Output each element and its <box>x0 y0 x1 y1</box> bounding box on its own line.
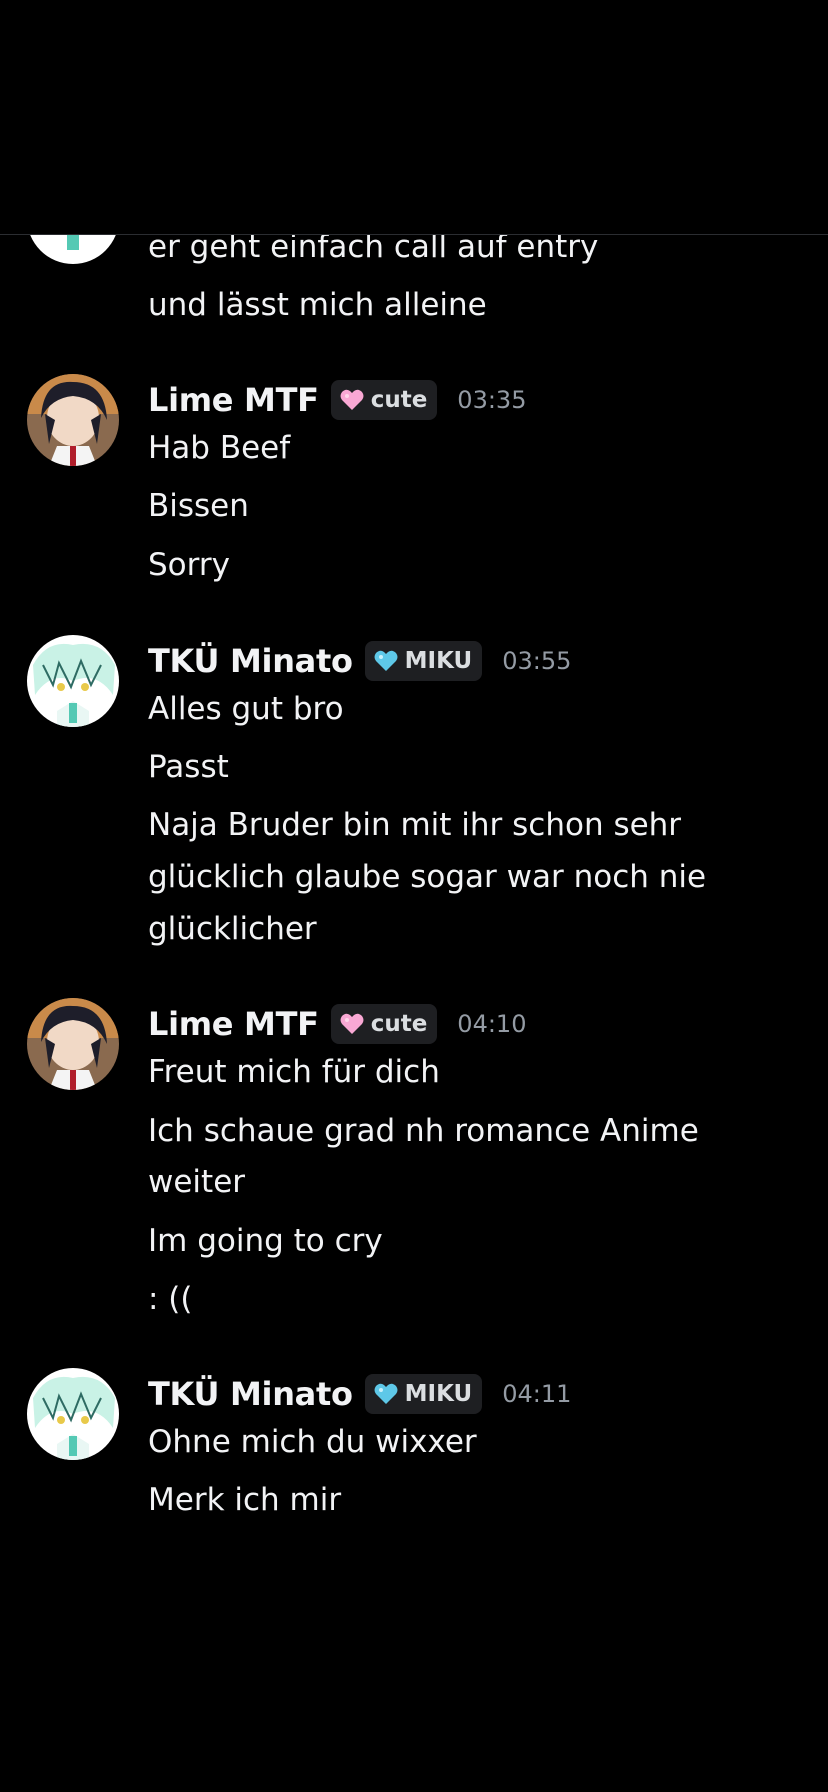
timestamp: 03:55 <box>502 647 572 675</box>
message-line[interactable]: : (( <box>148 1274 788 1325</box>
timestamp: 04:10 <box>457 1010 527 1038</box>
message-line[interactable]: Freut mich für dich <box>148 1047 788 1098</box>
role-label: cute <box>370 1011 428 1037</box>
message-header: TKÜ Minato MIKU 04:11 <box>148 1372 571 1416</box>
username[interactable]: TKÜ Minato <box>148 1375 353 1413</box>
message-header: Lime MTF cute 03:35 <box>148 378 526 422</box>
timestamp: 04:11 <box>502 1380 572 1408</box>
message-line[interactable]: Hab Beef <box>148 423 788 474</box>
message-line[interactable]: Im going to cry <box>148 1216 788 1267</box>
message-line[interactable]: Merk ich mir <box>148 1475 788 1526</box>
role-label: MIKU <box>404 648 473 674</box>
message-header: TKÜ Minato MIKU 03:55 <box>148 639 571 683</box>
message-line[interactable]: Ohne mich du wixxer <box>148 1417 788 1468</box>
message-line[interactable]: weiter <box>148 1157 788 1208</box>
avatar[interactable] <box>27 1368 119 1460</box>
blue-heart-icon <box>374 650 398 671</box>
role-label: MIKU <box>404 1381 473 1407</box>
avatar[interactable] <box>27 635 119 727</box>
pink-heart-icon <box>340 1013 364 1034</box>
top-bar <box>0 0 828 235</box>
avatar[interactable] <box>27 998 119 1090</box>
message-line[interactable]: Naja Bruder bin mit ihr schon sehr <box>148 800 788 851</box>
message-line[interactable]: Ich schaue grad nh romance Anime <box>148 1106 788 1157</box>
message-header: Lime MTF cute 04:10 <box>148 1002 526 1046</box>
username[interactable]: Lime MTF <box>148 1005 319 1043</box>
avatar[interactable] <box>27 374 119 466</box>
role-tag[interactable]: cute <box>330 380 438 420</box>
role-tag[interactable]: cute <box>330 1004 438 1044</box>
message-line[interactable]: Alles gut bro <box>148 684 788 735</box>
timestamp: 03:35 <box>457 386 527 414</box>
username[interactable]: TKÜ Minato <box>148 642 353 680</box>
message-line[interactable]: Bissen <box>148 481 788 532</box>
message-line[interactable]: glücklich glaube sogar war noch nie <box>148 852 788 903</box>
message-list[interactable]: er geht einfach call auf entry und lässt… <box>0 0 828 1792</box>
message-line[interactable]: und lässt mich alleine <box>148 280 788 331</box>
role-tag[interactable]: MIKU <box>364 641 483 681</box>
message-line[interactable]: Sorry <box>148 540 788 591</box>
username[interactable]: Lime MTF <box>148 381 319 419</box>
message-line[interactable]: glücklicher <box>148 904 788 955</box>
blue-heart-icon <box>374 1383 398 1404</box>
message-line[interactable]: Passt <box>148 742 788 793</box>
pink-heart-icon <box>340 389 364 410</box>
role-tag[interactable]: MIKU <box>364 1374 483 1414</box>
role-label: cute <box>370 387 428 413</box>
